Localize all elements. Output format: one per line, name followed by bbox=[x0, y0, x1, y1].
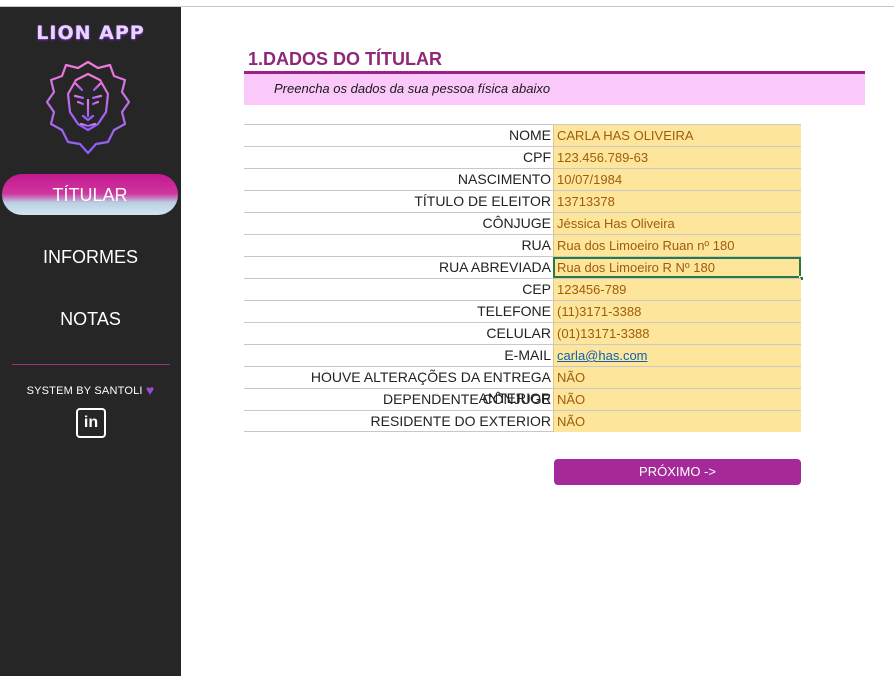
cpf-field[interactable]: 123.456.789-63 bbox=[553, 147, 801, 168]
celular-field[interactable]: (01)13171-3388 bbox=[553, 323, 801, 344]
app-logo-text: LION APP bbox=[36, 22, 145, 44]
heart-icon: ♥ bbox=[145, 382, 155, 398]
field-label: CPF bbox=[523, 149, 551, 165]
nav-item-notas[interactable]: NOTAS bbox=[0, 309, 181, 330]
form-row-email: E-MAIL carla@has.com bbox=[244, 344, 801, 366]
field-label: RUA bbox=[521, 237, 551, 253]
rua-field[interactable]: Rua dos Limoeiro Ruan nº 180 bbox=[553, 235, 801, 256]
form-row-titulo-eleitor: TÍTULO DE ELEITOR 13713378 bbox=[244, 190, 801, 212]
form-row-dependente: DEPENDENTE CÔNJUGE NÃO bbox=[244, 388, 801, 410]
form-row-cep: CEP 123456-789 bbox=[244, 278, 801, 300]
system-credit: SYSTEM BY SANTOLI ♥ bbox=[0, 382, 181, 398]
field-label: CELULAR bbox=[486, 325, 551, 341]
field-label: NOME bbox=[509, 127, 551, 143]
form-row-alteracoes: HOUVE ALTERAÇÕES DA ENTREGA ANTERIOR NÃO bbox=[244, 366, 801, 406]
field-label: NASCIMENTO bbox=[457, 171, 551, 187]
cep-field[interactable]: 123456-789 bbox=[553, 279, 801, 300]
nav-item-label: TÍTULAR bbox=[52, 185, 128, 205]
subtitle-banner: Preencha os dados da sua pessoa física a… bbox=[244, 74, 865, 105]
telefone-field[interactable]: (11)3171-3388 bbox=[553, 301, 801, 322]
nome-field[interactable]: CARLA HAS OLIVEIRA bbox=[553, 125, 801, 146]
alteracoes-field[interactable]: NÃO bbox=[553, 367, 801, 388]
email-field[interactable]: carla@has.com bbox=[553, 345, 801, 366]
field-label: TÍTULO DE ELEITOR bbox=[414, 193, 551, 209]
form-row-telefone: TELEFONE (11)3171-3388 bbox=[244, 300, 801, 322]
rua-abreviada-field[interactable]: Rua dos Limoeiro R Nº 180 bbox=[553, 257, 804, 281]
field-label: TELEFONE bbox=[477, 303, 551, 319]
rua-abreviada-value: Rua dos Limoeiro R Nº 180 bbox=[557, 260, 715, 275]
field-label: RESIDENTE DO EXTERIOR bbox=[370, 413, 551, 429]
window-top-border bbox=[0, 0, 894, 7]
form-row-celular: CELULAR (01)13171-3388 bbox=[244, 322, 801, 344]
form-row-conjuge: CÔNJUGE Jéssica Has Oliveira bbox=[244, 212, 801, 234]
residente-exterior-field[interactable]: NÃO bbox=[553, 411, 801, 432]
field-label: RUA ABREVIADA bbox=[438, 259, 551, 275]
credit-text: SYSTEM BY SANTOLI bbox=[26, 385, 143, 397]
dependente-conjuge-field[interactable]: NÃO bbox=[553, 389, 801, 410]
sidebar-divider bbox=[12, 364, 170, 365]
field-label: CEP bbox=[522, 281, 551, 297]
form-row-rua-abreviada: RUA ABREVIADA Rua dos Limoeiro R Nº 180 bbox=[244, 256, 804, 281]
page-title: 1.DADOS DO TÍTULAR bbox=[248, 49, 443, 69]
form-row-rua: RUA Rua dos Limoeiro Ruan nº 180 bbox=[244, 234, 801, 256]
form-row-residente: RESIDENTE DO EXTERIOR NÃO bbox=[244, 410, 801, 432]
next-button[interactable]: PRÓXIMO -> bbox=[554, 459, 801, 485]
lion-logo-icon bbox=[46, 60, 130, 154]
form-row-nascimento: NASCIMENTO 10/07/1984 bbox=[244, 168, 801, 190]
form-row-nome: NOME CARLA HAS OLIVEIRA bbox=[244, 124, 801, 146]
field-label: E-MAIL bbox=[504, 347, 551, 363]
sidebar: LION APP TÍTULAR INFORMES NOTAS SYSTEM B… bbox=[0, 7, 181, 676]
form-row-cpf: CPF 123.456.789-63 bbox=[244, 146, 801, 168]
linkedin-icon[interactable]: in bbox=[76, 408, 106, 438]
holder-data-form: NOME CARLA HAS OLIVEIRA CPF 123.456.789-… bbox=[244, 124, 804, 432]
nascimento-field[interactable]: 10/07/1984 bbox=[553, 169, 801, 190]
field-label: CÔNJUGE bbox=[482, 215, 551, 231]
field-label: HOUVE ALTERAÇÕES DA ENTREGA ANTERIOR bbox=[310, 369, 551, 406]
nav-item-informes[interactable]: INFORMES bbox=[0, 247, 181, 268]
nav-item-titular[interactable]: TÍTULAR bbox=[2, 174, 178, 215]
titulo-eleitor-field[interactable]: 13713378 bbox=[553, 191, 801, 212]
conjuge-field[interactable]: Jéssica Has Oliveira bbox=[553, 213, 801, 234]
subtitle-text: Preencha os dados da sua pessoa física a… bbox=[274, 81, 551, 96]
field-label: DEPENDENTE CÔNJUGE bbox=[382, 391, 551, 407]
